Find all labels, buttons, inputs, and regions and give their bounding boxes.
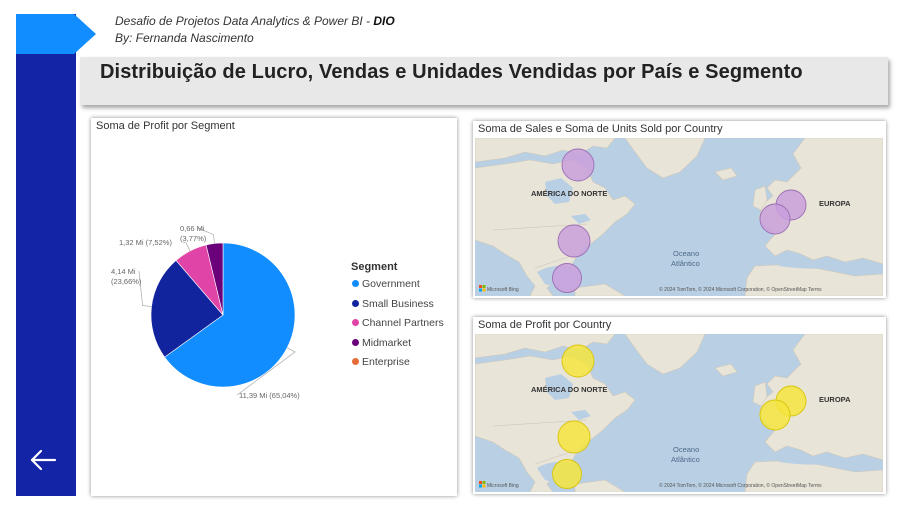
map-land-caribbean bbox=[574, 283, 626, 296]
map-label-europe: EUROPA bbox=[819, 395, 851, 404]
map-bing-label: Microsoft Bing bbox=[487, 483, 519, 489]
legend-item-government[interactable]: Government bbox=[352, 278, 420, 290]
bubble-canada[interactable] bbox=[561, 344, 595, 378]
map-label-ocean-name: Atlântico bbox=[671, 259, 700, 268]
legend-label: Midmarket bbox=[362, 336, 412, 349]
map-land-iceland bbox=[714, 363, 738, 377]
legend-item-small-business[interactable]: Small Business bbox=[352, 298, 434, 310]
pie-data-label: 4,14 Mi bbox=[111, 267, 136, 276]
legend-title: Segment bbox=[351, 261, 398, 273]
profit-map[interactable]: AMÉRICA DO NORTE EUROPA Oceano Atlântico Mic… bbox=[475, 334, 883, 492]
header-author: By: Fernanda Nascimento bbox=[115, 31, 254, 45]
sales-map-title: Soma de Sales e Soma de Units Sold por C… bbox=[478, 123, 723, 135]
page-title: Distribuição de Lucro, Vendas e Unidades… bbox=[100, 61, 803, 83]
map-label-europe: EUROPA bbox=[819, 199, 851, 208]
microsoft-logo-icon bbox=[479, 285, 486, 292]
sidebar bbox=[16, 14, 76, 496]
bubble-mexico[interactable] bbox=[552, 263, 582, 293]
legend-marker bbox=[352, 280, 359, 287]
title-bar: Distribuição de Lucro, Vendas e Unidades… bbox=[80, 57, 888, 105]
pie-data-label: 0,66 Mi bbox=[180, 224, 205, 233]
pie-data-label-percent: (23,66%) bbox=[111, 277, 142, 286]
legend-item-enterprise[interactable]: Enterprise bbox=[352, 356, 410, 368]
legend-marker bbox=[352, 338, 359, 346]
back-button[interactable] bbox=[28, 444, 60, 476]
microsoft-logo-icon bbox=[479, 481, 486, 488]
legend-label: Enterprise bbox=[362, 356, 410, 368]
map-land-greenland bbox=[624, 334, 706, 375]
profit-map-title: Soma de Profit por Country bbox=[478, 319, 612, 331]
map-label-ocean: Oceano bbox=[673, 249, 699, 258]
map-land-caribbean bbox=[574, 479, 626, 492]
map-land-arctic bbox=[475, 138, 616, 163]
legend-marker bbox=[352, 299, 359, 307]
legend-marker bbox=[352, 358, 359, 365]
map-label-north-america: AMÉRICA DO NORTE bbox=[531, 385, 607, 394]
legend-item-midmarket[interactable]: Midmarket bbox=[352, 337, 411, 349]
map-copyright: © 2024 TomTom, © 2024 Microsoft Corporat… bbox=[659, 286, 822, 293]
pie-chart-card[interactable]: Soma de Profit por Segment 11,39 Mi (65,… bbox=[91, 118, 457, 496]
map-land-greenland bbox=[624, 138, 706, 179]
pie-data-label: 11,39 Mi (65,04%) bbox=[239, 391, 300, 400]
header-line1: Desafio de Projetos Data Analytics & Pow… bbox=[115, 14, 374, 28]
pie-data-label-percent: (3,77%) bbox=[180, 234, 207, 243]
map-label-ocean: Oceano bbox=[673, 445, 699, 454]
bubble-france[interactable] bbox=[759, 399, 791, 431]
sales-map[interactable]: AMÉRICA DO NORTE EUROPA Oceano Atlântico Mic… bbox=[475, 138, 883, 296]
legend-item-channel-partners[interactable]: Channel Partners bbox=[352, 317, 444, 329]
bubble-mexico[interactable] bbox=[552, 459, 582, 489]
header-subtitle: Desafio de Projetos Data Analytics & Pow… bbox=[115, 13, 395, 47]
sales-map-card[interactable]: Soma de Sales e Soma de Units Sold por C… bbox=[473, 121, 886, 298]
bubble-canada[interactable] bbox=[561, 148, 595, 182]
arrow-left-icon bbox=[30, 449, 57, 471]
legend-label: Channel Partners bbox=[362, 317, 444, 329]
map-label-ocean-name: Atlântico bbox=[671, 455, 700, 464]
legend-label: Small Business bbox=[362, 297, 434, 310]
map-label-north-america: AMÉRICA DO NORTE bbox=[531, 189, 607, 198]
bubble-united-states[interactable] bbox=[557, 420, 591, 454]
legend-marker bbox=[352, 319, 359, 326]
map-land-arctic bbox=[475, 334, 616, 359]
bubble-france[interactable] bbox=[759, 203, 791, 235]
profit-map-card[interactable]: Soma de Profit por Country AMÉRICA DO NO… bbox=[473, 317, 886, 494]
legend-label: Government bbox=[362, 278, 420, 290]
pie-data-label: 1,32 Mi (7,52%) bbox=[119, 238, 172, 247]
map-copyright: © 2024 TomTom, © 2024 Microsoft Corporat… bbox=[659, 482, 822, 489]
map-land-iceland bbox=[714, 167, 738, 181]
bubble-united-states[interactable] bbox=[557, 224, 591, 258]
report-page: Desafio de Projetos Data Analytics & Pow… bbox=[0, 0, 912, 517]
header-tab-shape bbox=[16, 14, 96, 54]
header-brand: DIO bbox=[373, 14, 395, 28]
map-bing-label: Microsoft Bing bbox=[487, 287, 519, 293]
pie-leader-line bbox=[182, 241, 191, 252]
